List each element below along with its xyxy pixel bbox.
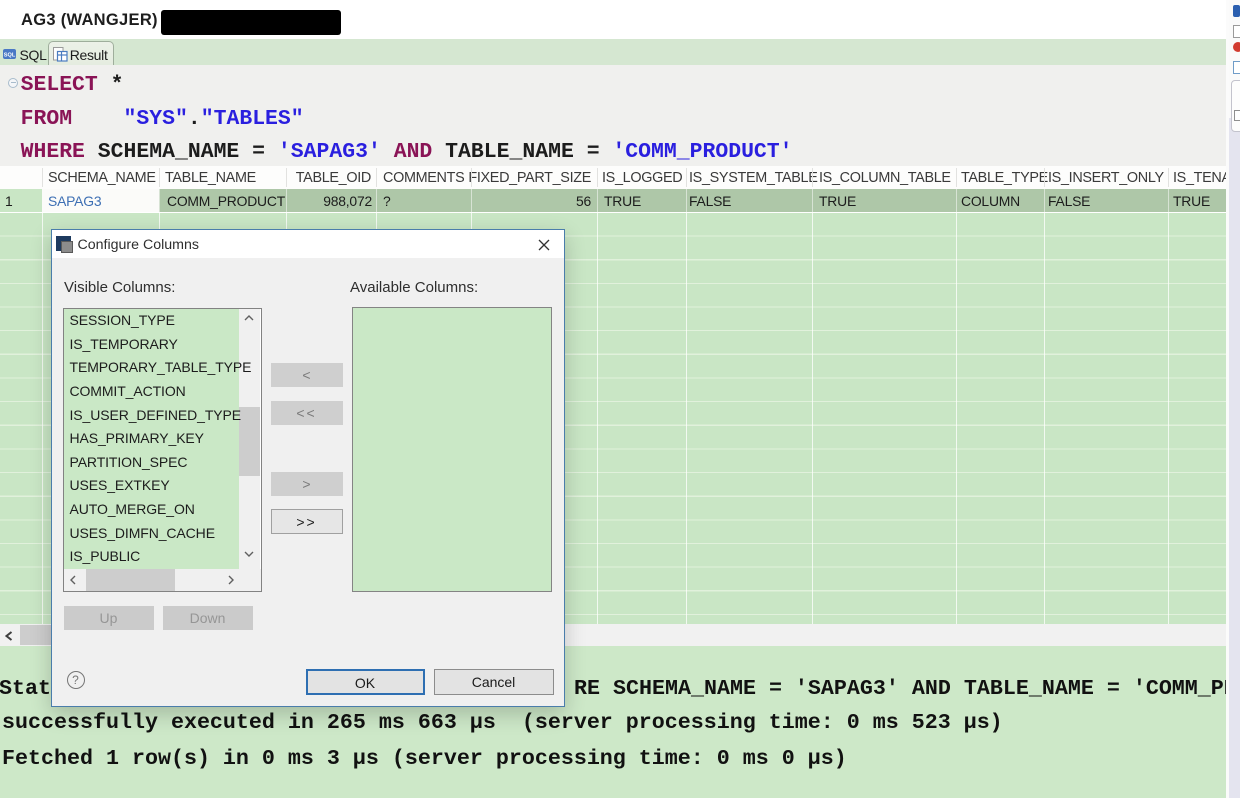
svg-text:SQL: SQL bbox=[4, 52, 16, 58]
